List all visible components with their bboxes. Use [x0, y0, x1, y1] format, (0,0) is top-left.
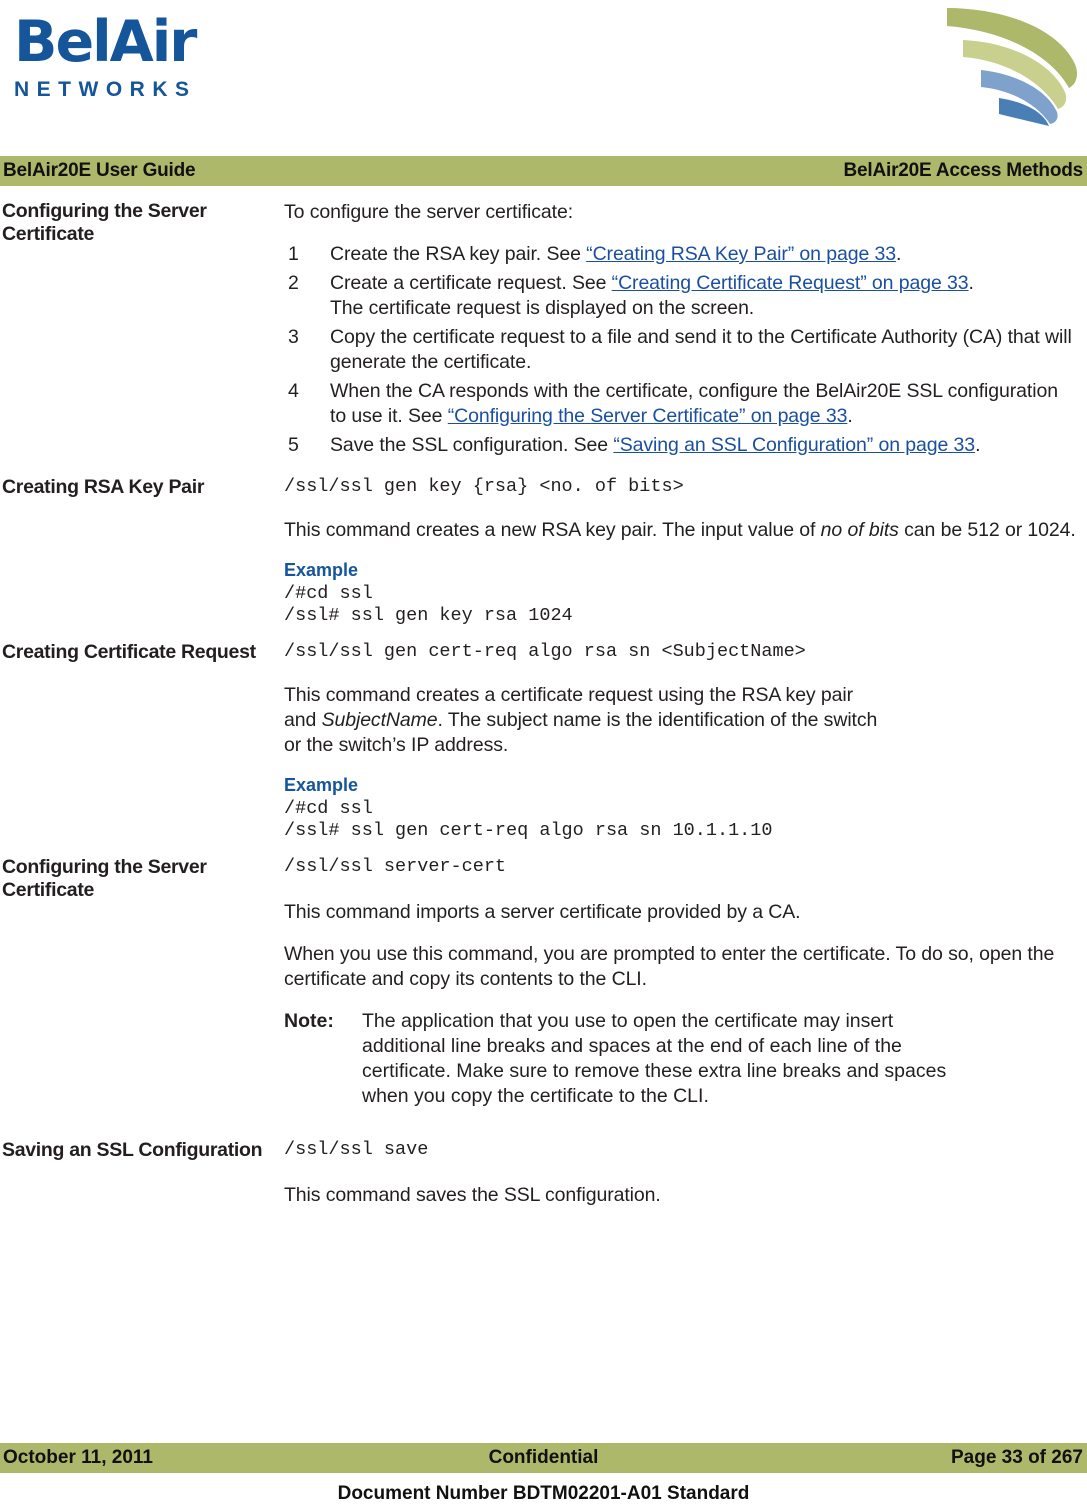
section-body-col: /ssl/ssl gen key {rsa} <no. of bits> Thi…	[284, 476, 1087, 627]
document-page: BelAir NETWORKS BelAir20E User Guide Bel…	[0, 0, 1087, 1511]
step-text-post: .	[896, 243, 902, 265]
step-number: 4	[288, 380, 299, 402]
section-heading: Saving an SSL Configuration	[2, 1139, 263, 1161]
step-number: 2	[288, 272, 299, 294]
section-configuring-server-certificate: Configuring the Server Certificate /ssl/…	[0, 856, 1087, 1125]
cross-reference-link[interactable]: “Configuring the Server Certificate” on …	[448, 405, 848, 427]
section-body-col: /ssl/ssl save This command saves the SSL…	[284, 1139, 1087, 1225]
list-item: 1 Create the RSA key pair. See “Creating …	[284, 242, 1079, 267]
cross-reference-link[interactable]: “Creating Certificate Request” on page 3…	[612, 272, 969, 294]
steps-list: 1 Create the RSA key pair. See “Creating …	[284, 242, 1079, 458]
section-creating-rsa-key-pair: Creating RSA Key Pair /ssl/ssl gen key {…	[0, 476, 1087, 627]
logo-wordmark: BelAir	[14, 9, 197, 75]
description-paragraph: This command creates a certificate reque…	[284, 683, 884, 758]
intro-paragraph: To configure the server certificate:	[284, 201, 574, 223]
section-body-col: To configure the server certificate: 1 Cr…	[284, 200, 1087, 462]
section-heading: Configuring the Server Certificate	[2, 856, 207, 901]
desc-italic: SubjectName	[321, 709, 438, 731]
logo-subtitle: NETWORKS	[14, 78, 197, 101]
running-footer: October 11, 2011 Confidential Page 33 of…	[0, 1443, 1087, 1473]
list-item: 5 Save the SSL configuration. See “Saving…	[284, 433, 1079, 458]
description-paragraph: This command imports a server certificat…	[284, 901, 801, 923]
step-text-pre: Copy the certificate request to a file a…	[330, 326, 1072, 373]
section-heading: Configuring the Server Certificate	[2, 200, 207, 245]
desc-part-b: can be 512 or 1024.	[898, 519, 1076, 541]
header-left-title: BelAir20E User Guide	[3, 160, 196, 181]
logo: BelAir NETWORKS	[14, 10, 264, 102]
section-body-col: /ssl/ssl server-cert This command import…	[284, 856, 1087, 1125]
step-extra-text: The certificate request is displayed on …	[330, 297, 755, 319]
footer-document-number: Document Number BDTM02201-A01 Standard	[337, 1483, 750, 1504]
description-paragraph: This command saves the SSL configuration…	[284, 1184, 661, 1206]
note-block: Note: The application that you use to op…	[284, 1009, 1079, 1109]
step-text-pre: Create the RSA key pair. See	[330, 243, 587, 265]
section-heading-col: Configuring the Server Certificate	[0, 200, 284, 462]
step-text-pre: Save the SSL configuration. See	[330, 434, 614, 456]
running-header: BelAir20E User Guide BelAir20E Access Me…	[0, 156, 1087, 186]
example-label: Example	[284, 560, 359, 580]
page-content: Configuring the Server Certificate To co…	[0, 200, 1087, 1225]
section-heading-col: Creating Certificate Request	[0, 641, 284, 842]
step-number: 3	[288, 326, 299, 348]
cli-command: /ssl/ssl gen key {rsa} <no. of bits>	[284, 476, 684, 497]
note-label: Note:	[284, 1010, 334, 1032]
step-text-post: .	[975, 434, 981, 456]
footer-classification: Confidential	[488, 1447, 599, 1468]
step-text-post: .	[847, 405, 853, 427]
example-code: /#cd ssl /ssl# ssl gen cert-req algo rsa…	[284, 798, 773, 841]
cross-reference-link[interactable]: “Creating RSA Key Pair” on page 33	[586, 243, 896, 265]
section-heading: Creating RSA Key Pair	[2, 476, 205, 498]
swoosh-graphic	[947, 8, 1077, 126]
section-heading: Creating Certificate Request	[2, 641, 256, 663]
example-code: /#cd ssl /ssl# ssl gen key rsa 1024	[284, 583, 573, 626]
section-saving-ssl-configuration: Saving an SSL Configuration /ssl/ssl sav…	[0, 1139, 1087, 1225]
list-item: 4 When the CA responds with the certifica…	[284, 379, 1079, 429]
step-number: 1	[288, 243, 299, 265]
list-item: 3 Copy the certificate request to a file …	[284, 325, 1079, 375]
cli-command: /ssl/ssl server-cert	[284, 856, 507, 877]
step-text-post: .	[968, 272, 974, 294]
list-item: 2 Create a certificate request. See “Crea…	[284, 271, 1079, 321]
description-paragraph: When you use this command, you are promp…	[284, 943, 1055, 990]
description-paragraph: This command creates a new RSA key pair.…	[284, 518, 1079, 543]
section-heading-col: Saving an SSL Configuration	[0, 1139, 284, 1225]
section-heading-col: Configuring the Server Certificate	[0, 856, 284, 1125]
step-number: 5	[288, 434, 299, 456]
section-configuring-server-certificate-overview: Configuring the Server Certificate To co…	[0, 200, 1087, 462]
cross-reference-link[interactable]: “Saving an SSL Configuration” on page 33	[613, 434, 975, 456]
section-creating-certificate-request: Creating Certificate Request /ssl/ssl ge…	[0, 641, 1087, 842]
section-heading-col: Creating RSA Key Pair	[0, 476, 284, 627]
desc-italic: no of bits	[820, 519, 899, 541]
note-text: The application that you use to open the…	[362, 1010, 947, 1107]
step-text-pre: Create a certificate request. See	[330, 272, 612, 294]
header-right-title: BelAir20E Access Methods	[843, 160, 1084, 181]
desc-part-a: This command creates a new RSA key pair.…	[284, 519, 821, 541]
cli-command: /ssl/ssl gen cert-req algo rsa sn <Subje…	[284, 641, 806, 662]
example-label: Example	[284, 775, 359, 795]
cli-command: /ssl/ssl save	[284, 1139, 429, 1160]
section-body-col: /ssl/ssl gen cert-req algo rsa sn <Subje…	[284, 641, 1087, 842]
footer-page-number: Page 33 of 267	[950, 1447, 1083, 1468]
